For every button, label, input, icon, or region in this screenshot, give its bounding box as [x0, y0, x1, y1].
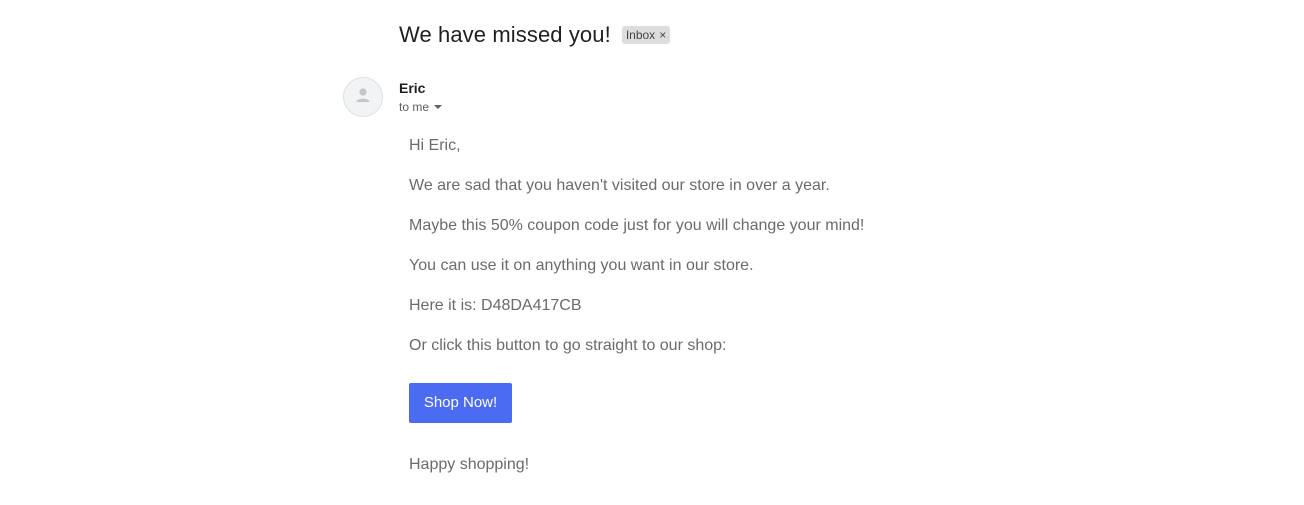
body-line: Or click this button to go straight to o…: [409, 337, 727, 354]
caret-down-icon[interactable]: [434, 105, 443, 109]
sender-name[interactable]: Eric: [399, 79, 425, 97]
shop-now-button[interactable]: Shop Now!: [409, 383, 512, 423]
email-subject: We have missed you!: [399, 22, 611, 47]
body-line: Maybe this 50% coupon code just for you …: [409, 217, 865, 234]
label-chip-text: Inbox: [625, 28, 656, 42]
email-closing: Happy shopping!: [409, 456, 530, 473]
person-icon: [353, 85, 373, 110]
email-view: We have missed you! Inbox × Eric to me H…: [0, 0, 1304, 505]
recipient-details-toggle[interactable]: to me: [399, 99, 443, 115]
body-greeting: Hi Eric,: [409, 137, 461, 154]
coupon-code-line: Here it is: D48DA417CB: [409, 297, 582, 314]
subject-row: We have missed you! Inbox ×: [399, 19, 671, 51]
recipient-text: to me: [399, 100, 430, 114]
remove-label-icon[interactable]: ×: [659, 26, 666, 44]
email-body: Hi Eric, We are sad that you haven't vis…: [409, 136, 1109, 376]
inbox-label-chip[interactable]: Inbox ×: [621, 26, 671, 44]
body-line: We are sad that you haven't visited our …: [409, 177, 830, 194]
sender-avatar[interactable]: [343, 77, 383, 117]
body-line: You can use it on anything you want in o…: [409, 257, 754, 274]
